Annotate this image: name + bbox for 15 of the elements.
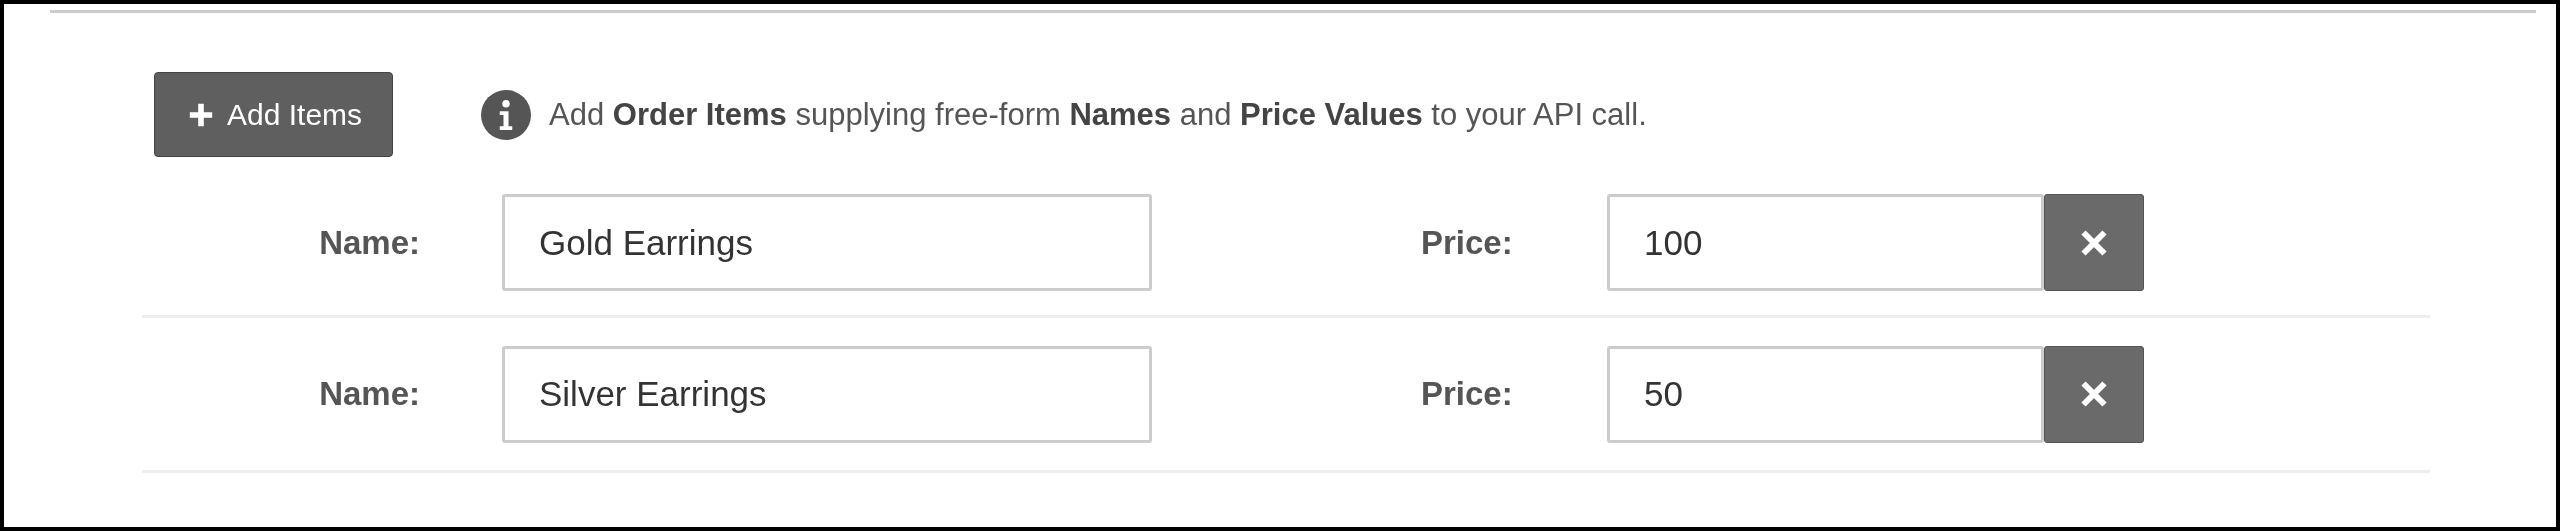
- price-label: Price:: [1421, 223, 1514, 262]
- price-input[interactable]: 50: [1607, 345, 2044, 443]
- close-icon: [2079, 379, 2109, 409]
- close-icon: [2079, 227, 2109, 258]
- name-input[interactable]: Gold Earrings: [502, 194, 1152, 291]
- remove-button[interactable]: [2044, 345, 2144, 443]
- price-input[interactable]: 100: [1607, 194, 2044, 291]
- info-icon: [481, 89, 532, 140]
- remove-button[interactable]: [2044, 194, 2144, 291]
- name-input[interactable]: Silver Earrings: [502, 345, 1152, 443]
- name-label: Name:: [318, 223, 420, 262]
- add-items-button[interactable]: Add Items: [154, 72, 394, 157]
- price-label: Price:: [1421, 375, 1514, 413]
- name-label: Name:: [318, 375, 420, 413]
- info-text: Add Order Items supplying free-form Names and Price Values to your API call.: [549, 96, 1647, 133]
